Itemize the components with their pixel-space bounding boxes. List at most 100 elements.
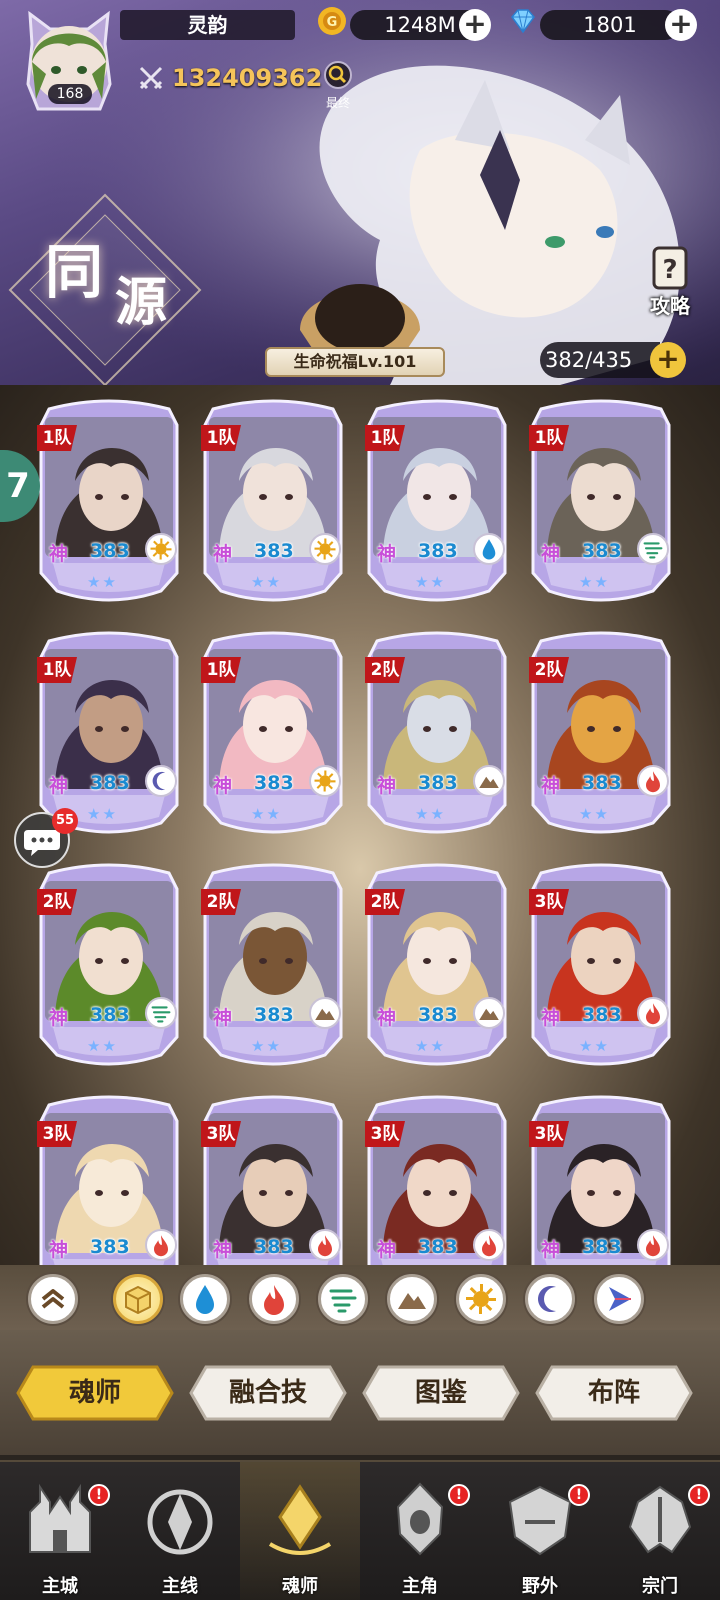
character-card[interactable]: 1队神 383 ★★ [199, 395, 347, 605]
rank-label: 神 [377, 775, 397, 797]
filter-light-button[interactable] [456, 1274, 506, 1324]
add-gold-button[interactable]: + [459, 9, 491, 41]
earth-element-icon [479, 776, 499, 788]
character-card[interactable]: 2队神 383 ★★ [527, 627, 675, 837]
fire-element-icon [646, 1003, 660, 1025]
nav-protagonist[interactable]: 主角! [360, 1462, 480, 1600]
filter-all-button[interactable] [113, 1274, 163, 1324]
character-card[interactable]: 3队神383★★ [199, 1091, 347, 1265]
crossed-swords-icon [139, 66, 163, 90]
character-card[interactable]: 3队神383★★ [35, 1091, 183, 1265]
alert-dot: ! [448, 1484, 470, 1506]
character-level: 383 [582, 772, 622, 794]
rank-label: 神 [377, 1239, 397, 1261]
filter-rank-up-button[interactable] [28, 1274, 78, 1324]
rank-label: 神 [377, 543, 397, 565]
alert-dot: ! [568, 1484, 590, 1506]
nav-label: 主角 [402, 1576, 438, 1597]
nav-wilderness[interactable]: 野外! [480, 1462, 600, 1600]
all-filter-icon [125, 1285, 151, 1315]
rank-label: 神 [49, 543, 69, 565]
life-blessing-level[interactable]: 生命祝福Lv.101 [265, 347, 445, 377]
character-level: 383 [418, 772, 458, 794]
combat-power-value: 132409362 [172, 64, 323, 92]
main-quest-icon [147, 1489, 213, 1555]
nav-sect[interactable]: 宗门! [600, 1462, 720, 1600]
element-badge [637, 1229, 669, 1261]
hero-banner: 灵韵 G 1248M + 1801 + 168 132409362 最终 同 源… [0, 0, 720, 385]
diamond-icon [511, 9, 535, 34]
character-level: 383 [90, 772, 130, 794]
fire-filter-icon [264, 1285, 284, 1315]
tab-3[interactable]: 图鉴 [361, 1364, 521, 1422]
star-rating: ★★ [251, 573, 282, 591]
character-card[interactable]: 1队神 383 ★★ [363, 395, 511, 605]
rank-label: 神 [49, 775, 69, 797]
team-tag: 2队 [529, 657, 569, 683]
team-tag: 2队 [201, 889, 241, 915]
tab-4[interactable]: 布阵 [534, 1364, 694, 1422]
element-badge [473, 765, 505, 797]
element-badge [473, 533, 505, 565]
nav-main-city[interactable]: 主城! [0, 1462, 120, 1600]
magnifier-icon [324, 61, 352, 89]
character-level: 383 [254, 772, 294, 794]
svg-text:?: ? [662, 255, 677, 285]
character-card[interactable]: 3队神383★★ [527, 859, 675, 1069]
element-badge [309, 997, 341, 1029]
guide-button[interactable]: ? 攻略 [640, 244, 700, 318]
combat-power: 132409362 [138, 60, 322, 96]
team-tag: 1队 [529, 425, 569, 451]
element-filter-bar [0, 1265, 720, 1330]
character-card[interactable]: 2队神 383 ★★ [35, 859, 183, 1069]
team-tag: 1队 [201, 657, 241, 683]
special-filter-icon [609, 1287, 631, 1311]
add-diamond-button[interactable]: + [665, 9, 697, 41]
page-title: 同 源 [20, 200, 200, 360]
nav-main-quest[interactable]: 主线 [120, 1462, 240, 1600]
element-badge [637, 765, 669, 797]
player-avatar[interactable] [10, 4, 128, 122]
filter-special-button[interactable] [594, 1274, 644, 1324]
gold-amount: 1248M [384, 13, 456, 37]
character-card[interactable]: 1队神 383 ★★ [35, 627, 183, 837]
filter-fire-button[interactable] [249, 1274, 299, 1324]
soul-master-icon [268, 1484, 332, 1555]
filter-water-button[interactable] [180, 1274, 230, 1324]
character-card[interactable]: 3队神383★★ [363, 1091, 511, 1265]
character-card[interactable]: 2队神 383 ★★ [363, 627, 511, 837]
rank-label: 神 [377, 1007, 397, 1029]
star-rating: ★★ [87, 1037, 118, 1055]
star-rating: ★★ [87, 805, 118, 823]
filter-wind-button[interactable] [318, 1274, 368, 1324]
character-card[interactable]: 2队神 383 ★★ [363, 859, 511, 1069]
character-card[interactable]: 3队神383★★ [527, 1091, 675, 1265]
light-element-icon [150, 538, 172, 560]
add-collection-button[interactable]: + [650, 342, 686, 378]
character-card[interactable]: 1队神 383 ★★ [35, 395, 183, 605]
guide-label: 攻略 [650, 294, 690, 318]
team-tag: 3队 [365, 1121, 405, 1147]
power-detail-button[interactable]: 最终 [318, 60, 358, 110]
wind-element-icon [643, 542, 663, 559]
character-level: 383 [254, 1236, 294, 1258]
filter-earth-button[interactable] [387, 1274, 437, 1324]
tab-2[interactable]: 融合技 [188, 1364, 348, 1422]
team-tag: 1队 [365, 425, 405, 451]
team-tag: 3队 [529, 1121, 569, 1147]
nav-label: 魂师 [282, 1576, 318, 1597]
tab-1[interactable]: 魂师 [15, 1364, 175, 1422]
star-rating: ★★ [415, 573, 446, 591]
character-card[interactable]: 1队神 383 ★★ [199, 627, 347, 837]
filter-dark-button[interactable] [525, 1274, 575, 1324]
diamond-amount: 1801 [583, 13, 637, 37]
rank-label: 神 [541, 543, 561, 565]
light-element-icon [314, 538, 336, 560]
player-name[interactable]: 灵韵 [120, 10, 295, 40]
element-badge [145, 997, 177, 1029]
alert-dot: ! [88, 1484, 110, 1506]
rank-label: 神 [541, 1007, 561, 1029]
character-card[interactable]: 2队神 383 ★★ [199, 859, 347, 1069]
character-card[interactable]: 1队神 383 ★★ [527, 395, 675, 605]
nav-soul-master[interactable]: 魂师 [240, 1462, 360, 1600]
